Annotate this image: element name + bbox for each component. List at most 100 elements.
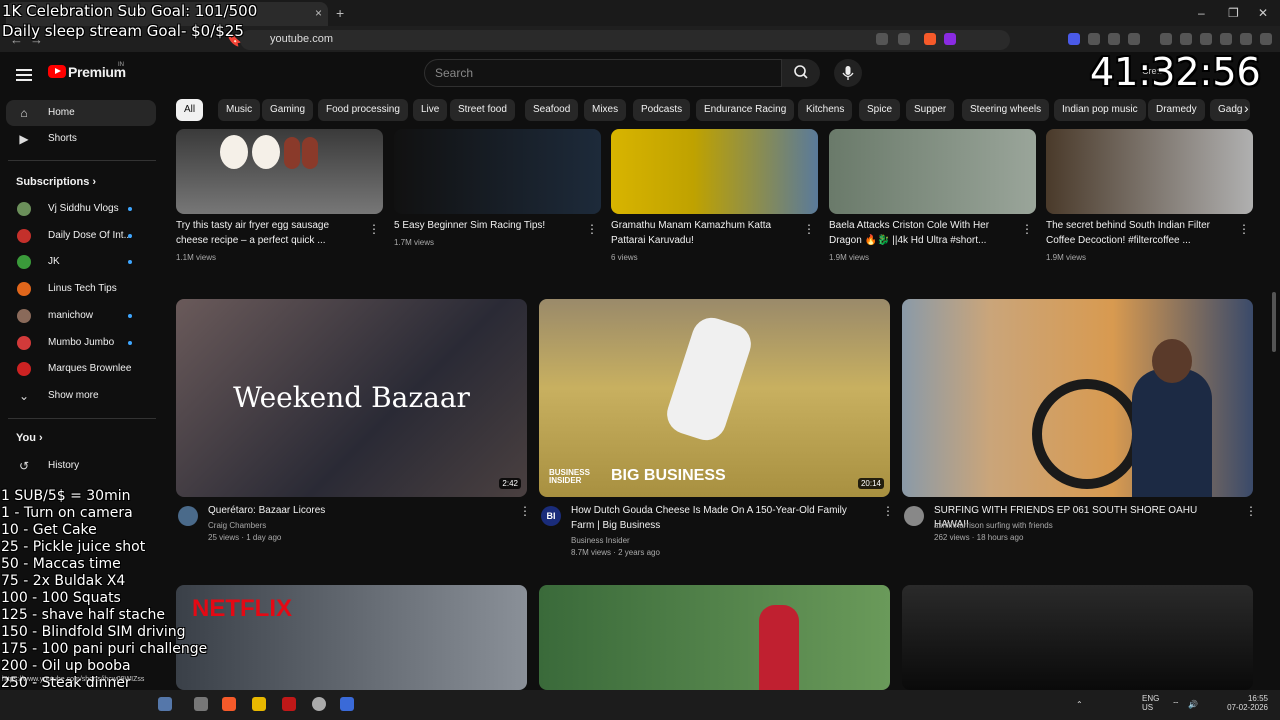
- sidebar-subscription[interactable]: Daily Dose Of Int...: [0, 223, 160, 249]
- music-icon[interactable]: [1160, 33, 1172, 45]
- more-options-icon[interactable]: ⋮: [1238, 222, 1250, 236]
- chip-music[interactable]: Music: [218, 99, 261, 121]
- search-input[interactable]: Search: [424, 59, 782, 87]
- video-thumbnail[interactable]: [539, 585, 890, 690]
- close-window-button[interactable]: ✕: [1258, 6, 1268, 20]
- obs-icon[interactable]: [312, 697, 326, 711]
- chevron-up-icon[interactable]: ⌃: [1076, 700, 1083, 709]
- video-thumbnail[interactable]: [829, 129, 1036, 214]
- chip-spice[interactable]: Spice: [859, 99, 901, 121]
- search-app-icon[interactable]: [158, 697, 172, 711]
- youtube-logo-icon[interactable]: [48, 65, 66, 78]
- video-thumbnail[interactable]: [394, 129, 601, 214]
- language-indicator[interactable]: ENG US: [1142, 694, 1159, 712]
- chip-seafood[interactable]: Seafood: [525, 99, 579, 121]
- video-thumbnail[interactable]: BUSINESS INSIDER BIG BUSINESS 20:14: [539, 299, 890, 497]
- maximize-button[interactable]: ❐: [1228, 6, 1239, 20]
- sidebar-toggle-icon[interactable]: [1180, 33, 1192, 45]
- video-thumbnail[interactable]: [902, 299, 1253, 497]
- video-title[interactable]: Dragon 🔥🐉 ||4k Hd Ultra #short...: [829, 234, 1019, 248]
- vpn-icon[interactable]: [1240, 33, 1252, 45]
- video-thumbnail[interactable]: NETFLIX: [176, 585, 527, 690]
- volume-icon[interactable]: 🔊: [1188, 700, 1198, 709]
- channel-avatar[interactable]: BI: [541, 506, 561, 526]
- chip-indian-pop-music[interactable]: Indian pop music: [1054, 99, 1146, 121]
- video-title[interactable]: cheese recipe – a perfect quick ...: [176, 234, 366, 248]
- sidebar-subscription[interactable]: Linus Tech Tips: [0, 276, 160, 302]
- sidebar-item-shorts[interactable]: ▶ Shorts: [0, 126, 160, 152]
- rewards-icon[interactable]: [944, 33, 956, 45]
- menu-icon[interactable]: [1260, 33, 1272, 45]
- video-thumbnail[interactable]: [176, 129, 383, 214]
- extension-icon[interactable]: [1068, 33, 1080, 45]
- wifi-icon[interactable]: ⌔: [1172, 700, 1180, 710]
- sidebar-subscription[interactable]: JK: [0, 249, 160, 275]
- chip-supper[interactable]: Supper: [906, 99, 955, 121]
- more-options-icon[interactable]: ⋮: [1021, 222, 1033, 236]
- video-title[interactable]: The secret behind South Indian Filter: [1046, 219, 1236, 233]
- clock[interactable]: 16:55 07-02-2026: [1216, 694, 1268, 712]
- sidebar-subscription[interactable]: Vj Siddhu Vlogs: [0, 196, 160, 222]
- address-bar[interactable]: youtube.com: [240, 30, 1010, 50]
- chip-all[interactable]: All: [176, 99, 204, 121]
- downloads-icon[interactable]: [1128, 33, 1140, 45]
- app-icon[interactable]: [340, 697, 354, 711]
- video-title[interactable]: Baela Attacks Criston Cole With Her: [829, 219, 1019, 233]
- subscriptions-heading[interactable]: Subscriptions ›: [16, 176, 96, 188]
- sidebar-subscription[interactable]: manichow: [0, 303, 160, 329]
- you-heading[interactable]: You ›: [16, 432, 43, 444]
- chip-podcasts[interactable]: Podcasts: [633, 99, 691, 121]
- close-tab-icon[interactable]: ×: [315, 6, 322, 20]
- wallet-icon[interactable]: [1200, 33, 1212, 45]
- chip-kitchens[interactable]: Kitchens: [798, 99, 853, 121]
- more-options-icon[interactable]: ⋮: [1245, 504, 1257, 518]
- video-thumbnail[interactable]: [1046, 129, 1253, 214]
- channel-name[interactable]: Craig Chambers: [208, 521, 266, 530]
- chip-mixes[interactable]: Mixes: [584, 99, 627, 121]
- brave-shield-icon[interactable]: [924, 33, 936, 45]
- sidebar-item-home[interactable]: ⌂ Home: [6, 100, 156, 126]
- extension-icon[interactable]: [1088, 33, 1100, 45]
- chip-dramedy[interactable]: Dramedy: [1148, 99, 1205, 121]
- channel-avatar[interactable]: [904, 506, 924, 526]
- folder-icon[interactable]: [252, 697, 266, 711]
- more-options-icon[interactable]: ⋮: [882, 504, 894, 518]
- video-title[interactable]: Gramathu Manam Kamazhum Katta: [611, 219, 801, 233]
- channel-avatar[interactable]: [178, 506, 198, 526]
- app-icon[interactable]: [282, 697, 296, 711]
- video-title[interactable]: Querétaro: Bazaar Licores: [208, 504, 508, 518]
- search-button[interactable]: [782, 59, 820, 87]
- more-options-icon[interactable]: ⋮: [519, 504, 531, 518]
- more-options-icon[interactable]: ⋮: [368, 222, 380, 236]
- chip-street-food[interactable]: Street food: [450, 99, 515, 121]
- chip-endurance-racing[interactable]: Endurance Racing: [696, 99, 795, 121]
- more-options-icon[interactable]: ⋮: [803, 222, 815, 236]
- video-thumbnail[interactable]: Weekend Bazaar 2:42: [176, 299, 527, 497]
- scrollbar-thumb[interactable]: [1272, 292, 1276, 352]
- video-title[interactable]: Coffee Decoction! #filtercoffee ...: [1046, 234, 1236, 248]
- video-title[interactable]: How Dutch Gouda Cheese Is Made On A 150-…: [571, 504, 871, 518]
- ai-icon[interactable]: [1220, 33, 1232, 45]
- brave-icon[interactable]: [222, 697, 236, 711]
- more-options-icon[interactable]: ⋮: [586, 222, 598, 236]
- video-thumbnail[interactable]: [902, 585, 1253, 690]
- chip-gaming[interactable]: Gaming: [262, 99, 314, 121]
- minimize-button[interactable]: –: [1198, 6, 1205, 20]
- show-more-button[interactable]: ⌄ Show more: [0, 383, 160, 409]
- puzzle-icon[interactable]: [1108, 33, 1120, 45]
- task-view-icon[interactable]: [194, 697, 208, 711]
- video-title[interactable]: 5 Easy Beginner Sim Racing Tips!: [394, 219, 584, 233]
- channel-name[interactable]: ashlinharrison surfing with friends: [934, 521, 1053, 530]
- video-title[interactable]: Pattarai Karuvadu!: [611, 234, 801, 248]
- video-title[interactable]: Farm | Big Business: [571, 519, 871, 533]
- video-thumbnail[interactable]: [611, 129, 818, 214]
- screen-icon[interactable]: [876, 33, 888, 45]
- new-tab-button[interactable]: +: [336, 5, 344, 21]
- menu-icon[interactable]: [16, 66, 32, 84]
- video-title[interactable]: Try this tasty air fryer egg sausage: [176, 219, 366, 233]
- voice-search-button[interactable]: [834, 59, 862, 87]
- chip-steering-wheels[interactable]: Steering wheels: [962, 99, 1050, 121]
- share-icon[interactable]: [898, 33, 910, 45]
- sidebar-subscription[interactable]: Marques Brownlee: [0, 356, 160, 382]
- channel-name[interactable]: Business Insider: [571, 536, 630, 545]
